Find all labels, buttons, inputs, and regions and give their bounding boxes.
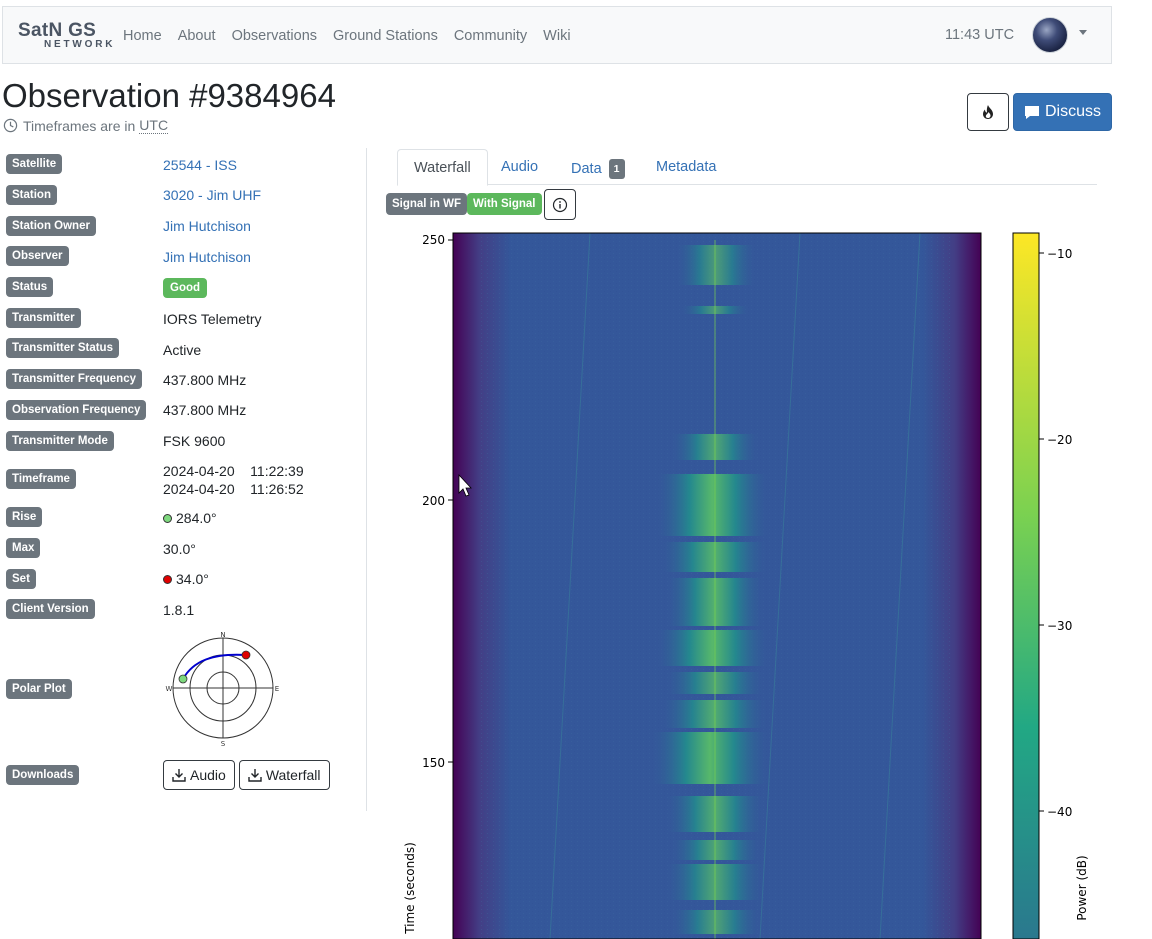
status-badge: Good — [163, 278, 208, 298]
page-title: Observation #9384964 — [2, 77, 336, 114]
nav-link-wiki[interactable]: Wiki — [543, 28, 570, 44]
polar-label-e: E — [275, 685, 279, 693]
clock-icon — [3, 118, 18, 133]
download-icon — [248, 769, 262, 782]
observer-link[interactable]: Jim Hutchison — [163, 248, 251, 266]
nav-links: Home About Observations Ground Stations … — [123, 7, 587, 65]
observation-frequency-value: 437.800 MHz — [163, 402, 247, 418]
nav-link-observations[interactable]: Observations — [232, 28, 317, 44]
download-icon — [172, 769, 186, 782]
station-owner-link[interactable]: Jim Hutchison — [163, 217, 251, 235]
download-audio-label: Audio — [190, 767, 226, 783]
transmitter-value: IORS Telemetry — [163, 311, 262, 327]
station-owner-label: Station Owner — [6, 216, 96, 236]
nav-link-home[interactable]: Home — [123, 28, 162, 44]
timezone-abbr: UTC — [139, 117, 169, 134]
y-tick-label: 250 — [422, 233, 445, 247]
polar-set-point — [241, 650, 251, 660]
timeframe-end: 2024-04-20 11:26:52 — [163, 481, 304, 497]
status-value: Good — [163, 277, 208, 298]
satellite-link[interactable]: 25544 - ISS — [163, 156, 237, 174]
y-tick-label: 150 — [422, 756, 445, 770]
colorbar-label: Power (dB) — [1075, 855, 1089, 920]
transmitter-mode-value: FSK 9600 — [163, 433, 226, 449]
timeframe-start: 2024-04-20 11:22:39 — [163, 463, 304, 479]
timezone-note-text: Timeframes are in — [23, 117, 136, 134]
with-signal-badge[interactable]: With Signal — [467, 193, 542, 215]
station-label: Station — [6, 185, 57, 205]
observer-label: Observer — [6, 246, 69, 266]
tab-audio[interactable]: Audio — [485, 149, 554, 185]
discuss-label: Discuss — [1044, 103, 1101, 120]
comment-icon — [1024, 105, 1039, 119]
nav-link-ground-stations[interactable]: Ground Stations — [333, 28, 438, 44]
brand-logo[interactable]: SatN GS NETWORK — [18, 20, 116, 51]
polar-rise-point — [178, 674, 188, 684]
rise-dot-icon — [163, 514, 172, 523]
nav-link-community[interactable]: Community — [454, 28, 527, 44]
tab-data[interactable]: Data 1 — [555, 149, 641, 185]
colorbar-tick-label: −10 — [1047, 247, 1072, 261]
download-waterfall-button[interactable]: Waterfall — [238, 760, 330, 790]
info-icon — [552, 197, 568, 212]
navbar: SatN GS NETWORK Home About Observations … — [2, 6, 1112, 64]
polar-label-n: N — [220, 631, 225, 639]
transmitter-frequency-label: Transmitter Frequency — [6, 369, 142, 389]
set-value: 34.0° — [176, 571, 209, 587]
download-audio-button[interactable]: Audio — [163, 760, 235, 790]
column-divider — [366, 148, 367, 811]
download-waterfall-label: Waterfall — [265, 767, 321, 783]
colorbar-tick-label: −40 — [1047, 805, 1072, 819]
tab-data-label: Data — [571, 161, 602, 177]
signal-info-button[interactable] — [544, 189, 576, 220]
utc-clock: 11:43 UTC — [945, 27, 1015, 43]
rise-value: 284.0° — [176, 510, 217, 526]
colorbar-tick-label: −30 — [1047, 619, 1072, 633]
polar-plot-label: Polar Plot — [6, 679, 72, 699]
downloads-label: Downloads — [6, 765, 80, 785]
downloads-buttons: Audio Waterfall — [163, 760, 334, 790]
discuss-button[interactable]: Discuss — [1013, 93, 1112, 131]
tab-waterfall[interactable]: Waterfall — [397, 149, 488, 186]
client-version-label: Client Version — [6, 599, 95, 619]
set-label: Set — [6, 569, 36, 589]
tab-data-count-badge: 1 — [608, 159, 625, 179]
transmitter-frequency-value: 437.800 MHz — [163, 372, 247, 388]
timeframe-label: Timeframe — [6, 469, 76, 489]
waterfall-plot: 250 200 150 Time (seconds) −10 −20 −30 −… — [403, 232, 1089, 939]
tab-bar: Waterfall Audio Data 1 Metadata — [397, 149, 1097, 186]
fire-icon — [983, 105, 993, 119]
brand-bottom: NETWORK — [44, 39, 116, 50]
set-dot-icon — [163, 575, 172, 584]
client-version-value: 1.8.1 — [163, 602, 195, 618]
status-label: Status — [6, 277, 54, 297]
polar-plot: N E S W — [166, 631, 280, 748]
y-axis-label: Time (seconds) — [403, 842, 417, 935]
colorbar — [1012, 232, 1040, 939]
transmitter-mode-label: Transmitter Mode — [6, 431, 114, 451]
polar-label-s: S — [221, 740, 226, 748]
transmitter-status-label: Transmitter Status — [6, 338, 119, 358]
rate-button[interactable] — [967, 93, 1009, 131]
transmitter-status-value: Active — [163, 342, 202, 358]
station-link[interactable]: 3020 - Jim UHF — [163, 186, 261, 204]
y-tick-label: 200 — [422, 494, 445, 508]
max-value: 30.0° — [163, 541, 196, 557]
transmitter-label: Transmitter — [6, 308, 81, 328]
brand-top: SatN GS — [18, 20, 97, 41]
tab-metadata[interactable]: Metadata — [640, 149, 732, 185]
caret-down-icon[interactable] — [1079, 30, 1087, 35]
rise-label: Rise — [6, 507, 43, 527]
satellite-label: Satellite — [6, 154, 63, 174]
polar-label-w: W — [166, 685, 173, 693]
nav-link-about[interactable]: About — [178, 28, 216, 44]
user-avatar[interactable] — [1032, 17, 1068, 53]
observation-frequency-label: Observation Frequency — [6, 400, 147, 420]
signal-in-wf-badge[interactable]: Signal in WF — [386, 193, 467, 215]
max-label: Max — [6, 538, 41, 558]
timezone-note: Timeframes are in UTC — [3, 117, 169, 134]
colorbar-tick-label: −20 — [1047, 433, 1072, 447]
rise-value-wrap: 284.0° — [163, 509, 217, 527]
set-value-wrap: 34.0° — [163, 570, 209, 588]
